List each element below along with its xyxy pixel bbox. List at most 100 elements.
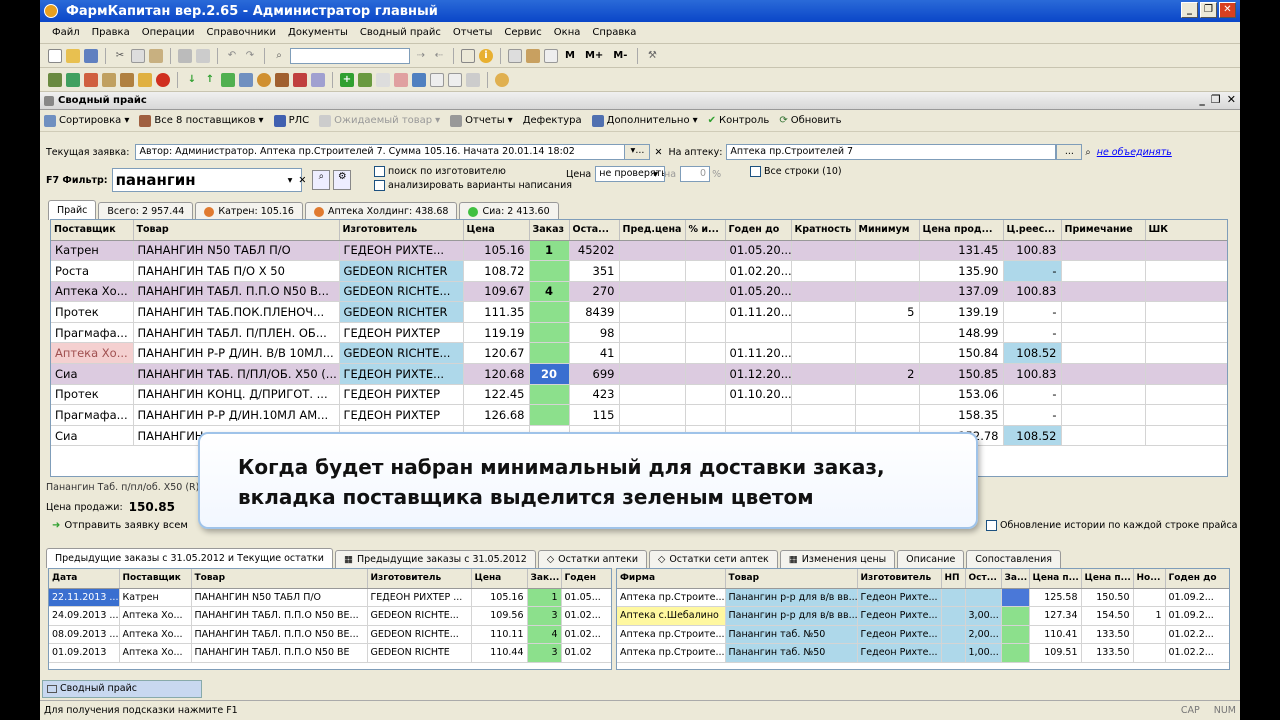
stock-grid[interactable]: Фирма Товар Изготовитель НП Ост... За... Цена … [616,568,1230,670]
palette-icon[interactable] [495,72,509,87]
capsule-icon[interactable] [394,72,408,87]
stock-cell[interactable]: 01.02.2... [1165,625,1229,644]
col-sale-price[interactable]: Цена прод... [919,220,1004,241]
cell-product[interactable]: ПАНАНГИН N50 ТАБЛ П/О [133,240,340,262]
pharmacy-search-icon[interactable]: ⌕ [1085,147,1090,158]
tab-pharmacy-stock[interactable]: ◇ Остатки аптеки [537,550,648,568]
cell-reg[interactable]: 108.52 [1003,425,1062,447]
col-product[interactable]: Товар [133,220,340,241]
stock-row[interactable]: Аптека пр.Строите... Панангин таб. №50 Гед… [617,625,1229,644]
history-cell[interactable]: 08.09.2013 ... [49,625,120,644]
order-clear-icon[interactable]: ✕ [654,147,662,158]
tools-icon[interactable]: ⚒ [645,49,659,63]
cell-prev[interactable] [619,404,686,426]
open-folder-icon[interactable] [66,48,80,63]
cell-order[interactable] [529,342,570,365]
stock-cell[interactable]: 1,00... [965,643,1002,663]
stock-cell[interactable]: Гедеон Рихте... [857,643,942,663]
stock-cell[interactable]: Гедеон Рихте... [857,588,942,607]
sort-button[interactable]: Сортировка ▾ [44,114,129,127]
stock-cell[interactable]: 110.41 [1029,625,1082,644]
cell-sale[interactable]: 153.06 [919,384,1004,406]
cell-reg[interactable]: - [1003,301,1062,323]
history-cell[interactable]: GEDEON RICHTE [367,643,472,663]
journal-icon[interactable] [48,72,62,87]
table-icon[interactable] [448,72,462,87]
order-dropdown-icon[interactable]: ▾... [624,144,651,160]
window-icon[interactable] [461,48,475,63]
stock-col-header[interactable]: Ост... [965,569,1002,589]
filter-clear-icon[interactable]: ✕ [298,175,306,186]
history-cell[interactable]: Аптека Хо... [119,643,192,663]
paste-icon[interactable] [149,48,163,63]
cell-expiry[interactable] [725,404,792,426]
stock-cell[interactable] [1133,588,1166,607]
history-cell[interactable]: Аптека Хо... [119,606,192,626]
history-cell[interactable]: ПАНАНГИН ТАБЛ. П.П.О N50 ВЕ... [191,606,368,626]
cell-prev[interactable] [619,240,686,262]
cut-icon[interactable]: ✂ [113,49,127,63]
current-order-field[interactable]: Автор: Администратор. Аптека пр.Строител… [135,144,626,160]
tab-matching[interactable]: Сопоставления [966,550,1061,568]
menu-help[interactable]: Справка [592,27,636,38]
cell-pct[interactable] [685,342,726,365]
stock-cell[interactable]: 125.58 [1029,588,1082,607]
history-row[interactable]: 01.09.2013 Аптека Хо... ПАНАНГИН ТАБЛ. П.П… [49,643,611,663]
col-registry-price[interactable]: Ц.реес... [1003,220,1062,241]
price-grid-row[interactable]: Катрен ПАНАНГИН N50 ТАБЛ П/О ГЕДЕОН РИХТЕ.… [51,240,1227,262]
tab-description[interactable]: Описание [897,550,965,568]
stock-col-header[interactable]: Но... [1133,569,1166,589]
cell-price[interactable]: 111.35 [463,301,530,323]
cell-product[interactable]: ПАНАНГИН КОНЦ. Д/ПРИГОТ. ... [133,384,340,406]
package-icon[interactable] [412,72,426,87]
cell-price[interactable]: 122.45 [463,384,530,406]
cell-expiry[interactable]: 01.02.20... [725,260,792,282]
cell-sale[interactable]: 139.19 [919,301,1004,323]
toolbar-search-input[interactable] [290,47,410,64]
cell-price[interactable]: 120.68 [463,363,530,385]
cell-expiry[interactable]: 01.11.20... [725,342,792,365]
stop-icon[interactable] [156,72,170,87]
col-multiplicity[interactable]: Кратность [791,220,856,241]
cell-product[interactable]: ПАНАНГИН ТАБЛ. П/ПЛЕН. ОБ... [133,322,340,344]
doc-restore-button[interactable]: ❐ [1211,93,1221,106]
history-cell[interactable]: 105.16 [471,588,528,607]
filter-settings-icon[interactable]: ⚙ [333,170,352,190]
cell-note[interactable] [1061,363,1146,385]
history-row[interactable]: 24.09.2013 ... Аптека Хо... ПАНАНГИН ТАБЛ.… [49,606,611,626]
history-cell[interactable]: 01.09.2013 [49,643,120,663]
history-cell[interactable]: 110.11 [471,625,528,644]
history-col-header[interactable]: Дата [49,569,120,589]
history-update-checkbox[interactable] [986,520,997,531]
price-grid-row[interactable]: Аптека Хо... ПАНАНГИН ТАБЛ. П.П.О N50 В..… [51,281,1227,303]
cell-supplier[interactable]: Прагмафа... [51,404,134,426]
cell-note[interactable] [1061,281,1146,303]
cell-bc[interactable] [1145,425,1227,447]
col-minimum[interactable]: Минимум [855,220,920,241]
col-maker[interactable]: Изготовитель [339,220,464,241]
history-cell[interactable]: ПАНАНГИН ТАБЛ. П.П.О N50 ВЕ... [191,625,368,644]
cell-min[interactable]: 2 [855,363,920,385]
save-icon[interactable] [84,48,98,63]
doc-close-button[interactable]: ✕ [1227,93,1236,106]
cell-stock[interactable]: 98 [569,322,620,344]
cell-supplier[interactable]: Прагмафа... [51,322,134,344]
cell-expiry[interactable] [725,322,792,344]
document-green-icon[interactable] [221,72,235,87]
memory-plus-button[interactable]: M+ [585,50,603,61]
cell-supplier[interactable]: Протек [51,301,134,323]
cell-maker[interactable]: ГЕДЕОН РИХТЕ... [339,363,464,385]
cell-maker[interactable]: GEDEON RICHTE... [339,281,464,303]
tab-prev-orders-stock[interactable]: Предыдущие заказы с 31.05.2012 и Текущие… [46,548,333,568]
stock-cell[interactable]: 150.50 [1081,588,1134,607]
cell-maker[interactable]: ГЕДЕОН РИХТЕР [339,384,464,406]
price-grid-row[interactable]: Аптека Хо... ПАНАНГИН Р-Р Д/ИН. В/В 10МЛ.… [51,342,1227,365]
history-cell[interactable]: ГЕДЕОН РИХТЕР ... [367,588,472,607]
cell-pct[interactable] [685,240,726,262]
cell-note[interactable] [1061,322,1146,344]
cell-order[interactable] [529,301,570,323]
stock-col-header[interactable]: Цена п... [1081,569,1134,589]
cell-bc[interactable] [1145,281,1227,303]
stock-cell[interactable] [1001,625,1030,644]
stock-cell[interactable]: Панангин р-р для в/в вв... [725,606,858,626]
